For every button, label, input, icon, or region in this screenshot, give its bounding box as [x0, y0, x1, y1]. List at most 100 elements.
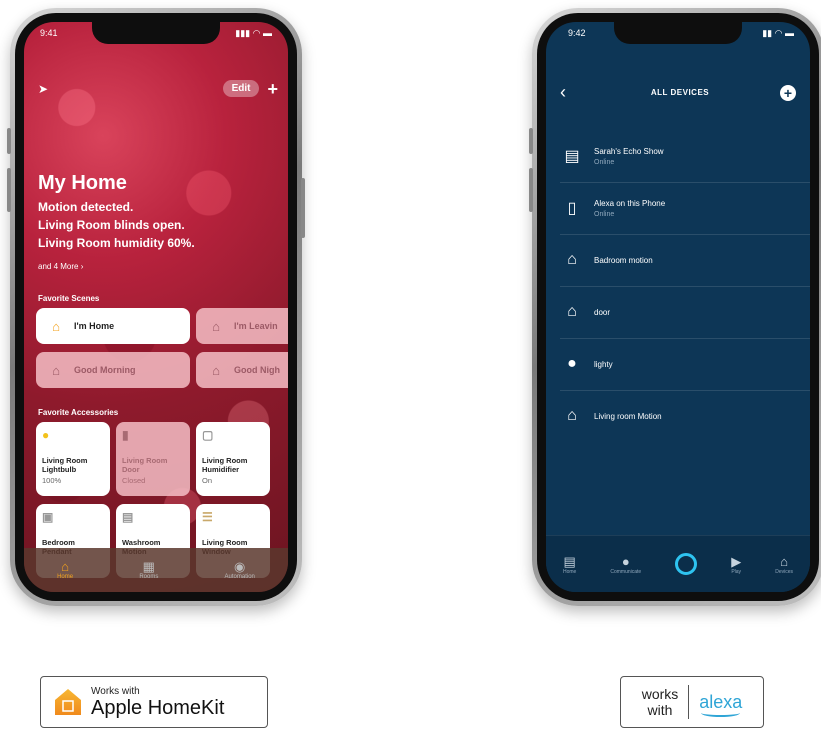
chat-icon: ●	[621, 553, 630, 569]
tab-home[interactable]: ⌂ Home	[57, 559, 74, 581]
device-name: Alexa on this Phone	[594, 198, 666, 208]
device-row[interactable]: ⌂ door	[560, 286, 810, 339]
device-row[interactable]: ● lighty	[560, 338, 810, 391]
edit-button[interactable]: Edit	[222, 80, 260, 97]
silent-switch	[7, 128, 11, 154]
tab-rooms[interactable]: ▦ Rooms	[139, 560, 159, 581]
scene-im-home[interactable]: ⌂ I'm Home	[36, 308, 190, 344]
badge-small-text: Works with	[91, 685, 140, 697]
automation-icon: ◉	[234, 559, 246, 574]
device-name: door	[594, 307, 611, 317]
alexa-ring-icon	[675, 553, 698, 575]
status-message: Living Room humidity 60%.	[38, 236, 195, 250]
device-row[interactable]: ⌂ Living room Motion	[560, 390, 810, 442]
back-chevron-icon[interactable]: ‹	[560, 82, 580, 103]
motion-sensor-icon: ▤	[122, 510, 134, 524]
scene-im-leaving[interactable]: ⌂ I'm Leavin	[196, 308, 288, 344]
accessory-state: 100%	[42, 476, 62, 485]
alexa-smile-icon	[701, 709, 741, 717]
device-name: Badroom motion	[594, 255, 653, 265]
accessory-name: Living Room Humidifier	[202, 456, 248, 474]
alexa-phone: 9:42 ▮▮ ◠ ▬ ‹ ALL DEVICES + ▤ Sarah's Ec…	[529, 8, 821, 606]
scene-label: I'm Home	[74, 321, 115, 331]
device-name: Sarah's Echo Show	[594, 146, 664, 156]
blinds-icon: ☰	[202, 510, 213, 524]
power-button	[301, 178, 305, 238]
accessories-header: Favorite Accessories	[38, 408, 119, 417]
status-bar: 9:42 ▮▮ ◠ ▬	[568, 28, 794, 39]
tab-play[interactable]: ▶ Play	[731, 554, 741, 575]
scene-label: Good Morning	[74, 365, 136, 375]
add-device-button[interactable]: +	[780, 84, 796, 101]
scenes-header: Favorite Scenes	[38, 294, 100, 303]
volume-up-button	[7, 168, 11, 212]
scene-label: I'm Leavin	[234, 321, 278, 331]
tab-label: Home	[563, 568, 577, 575]
scene-good-night[interactable]: ⌂ Good Nigh	[196, 352, 288, 388]
badge-with-text: with	[647, 702, 673, 718]
tab-label: Home	[57, 574, 74, 580]
tab-label: Play	[731, 568, 742, 575]
silent-switch	[529, 128, 533, 154]
motion-sensor-icon: ⌂	[567, 407, 577, 424]
tab-label: Automation	[224, 574, 255, 580]
phone-icon: ▯	[567, 200, 577, 217]
humidifier-icon: ▢	[202, 428, 214, 442]
motion-sensor-icon: ⌂	[567, 251, 577, 268]
accessory-tile[interactable]: ▢ Living Room Humidifier On	[196, 422, 270, 496]
tab-label: Communicate	[610, 568, 642, 575]
accessory-state: Closed	[122, 476, 146, 485]
badge-big-text: Apple HomeKit	[91, 696, 225, 719]
more-link[interactable]: and 4 More ›	[38, 262, 83, 271]
tab-communicate[interactable]: ● Communicate	[610, 554, 641, 575]
accessory-tile[interactable]: ▮ Living Room Door Closed	[116, 422, 190, 496]
homekit-house-icon	[55, 689, 81, 715]
status-message: Living Room blinds open.	[38, 218, 185, 232]
page-title: My Home	[38, 172, 127, 194]
tab-label: Devices	[775, 568, 793, 575]
accessory-name: Living Room Lightbulb	[42, 456, 88, 474]
alexa-logo: alexa	[699, 692, 742, 717]
device-name: Living room Motion	[594, 411, 662, 421]
page-title: ALL DEVICES	[650, 88, 710, 97]
works-with-homekit-badge: Works with Apple HomeKit	[40, 676, 268, 728]
home-person-icon: ⌂	[52, 318, 60, 334]
echo-show-icon: ▤	[564, 148, 580, 165]
status-icons: ▮▮▮ ◠ ▬	[235, 28, 272, 38]
device-name: lighty	[594, 359, 613, 369]
badge-works-text: works	[641, 686, 679, 702]
house-icon: ⌂	[61, 559, 70, 574]
accessory-tile[interactable]: ● Living Room Lightbulb 100%	[36, 422, 110, 496]
accessory-state: On	[202, 476, 213, 485]
status-time: 9:42	[568, 28, 586, 38]
tab-bar: ⌂ Home ▦ Rooms ◉ Automation	[24, 548, 288, 592]
device-row[interactable]: ▤ Sarah's Echo Show Online	[560, 130, 810, 183]
lightbulb-icon: ●	[42, 428, 50, 442]
volume-up-button	[529, 168, 533, 212]
status-message: Motion detected.	[38, 200, 134, 214]
door-icon: ▮	[122, 428, 129, 442]
add-button[interactable]: +	[267, 80, 278, 98]
status-icons: ▮▮ ◠ ▬	[762, 28, 794, 38]
location-arrow-icon[interactable]: ➤	[38, 82, 48, 96]
tab-home[interactable]: ▤ Home	[563, 554, 576, 575]
motion-sensor-icon: ⌂	[567, 303, 577, 320]
tab-devices[interactable]: ⌂ Devices	[775, 554, 793, 575]
tab-bar: ▤ Home ● Communicate ▶ Play ⌂ Devices	[546, 535, 810, 592]
tab-label: Rooms	[139, 574, 159, 580]
devices-icon: ⌂	[780, 553, 789, 569]
alexa-header: ‹ ALL DEVICES +	[560, 82, 796, 103]
works-with-alexa-badge: works with alexa	[620, 676, 764, 728]
home-icon: ▤	[563, 553, 576, 569]
home-leaving-icon: ⌂	[212, 318, 220, 334]
accessory-name: Living Room Door	[122, 456, 168, 474]
device-status: Online	[594, 210, 615, 218]
device-row[interactable]: ▯ Alexa on this Phone Online	[560, 182, 810, 235]
scene-good-morning[interactable]: ⌂ Good Morning	[36, 352, 190, 388]
moon-house-icon: ⌂	[212, 362, 220, 378]
tab-alexa[interactable]	[675, 553, 698, 575]
device-status: Online	[594, 158, 615, 166]
homekit-screen: 9:41 ▮▮▮ ◠ ▬ ➤ Edit + My Home Motion det…	[24, 22, 288, 592]
tab-automation[interactable]: ◉ Automation	[224, 559, 255, 581]
device-row[interactable]: ⌂ Badroom motion	[560, 234, 810, 287]
